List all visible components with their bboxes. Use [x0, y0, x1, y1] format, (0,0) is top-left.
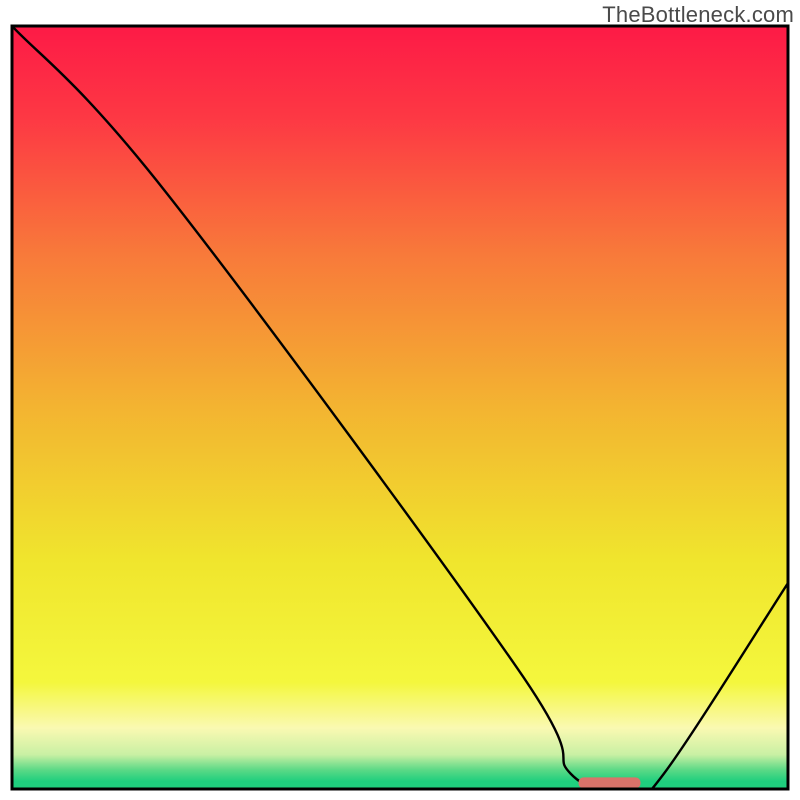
optimal-range-marker — [578, 777, 640, 788]
chart-svg — [0, 0, 800, 800]
chart-container: TheBottleneck.com — [0, 0, 800, 800]
gradient-background — [12, 26, 788, 789]
